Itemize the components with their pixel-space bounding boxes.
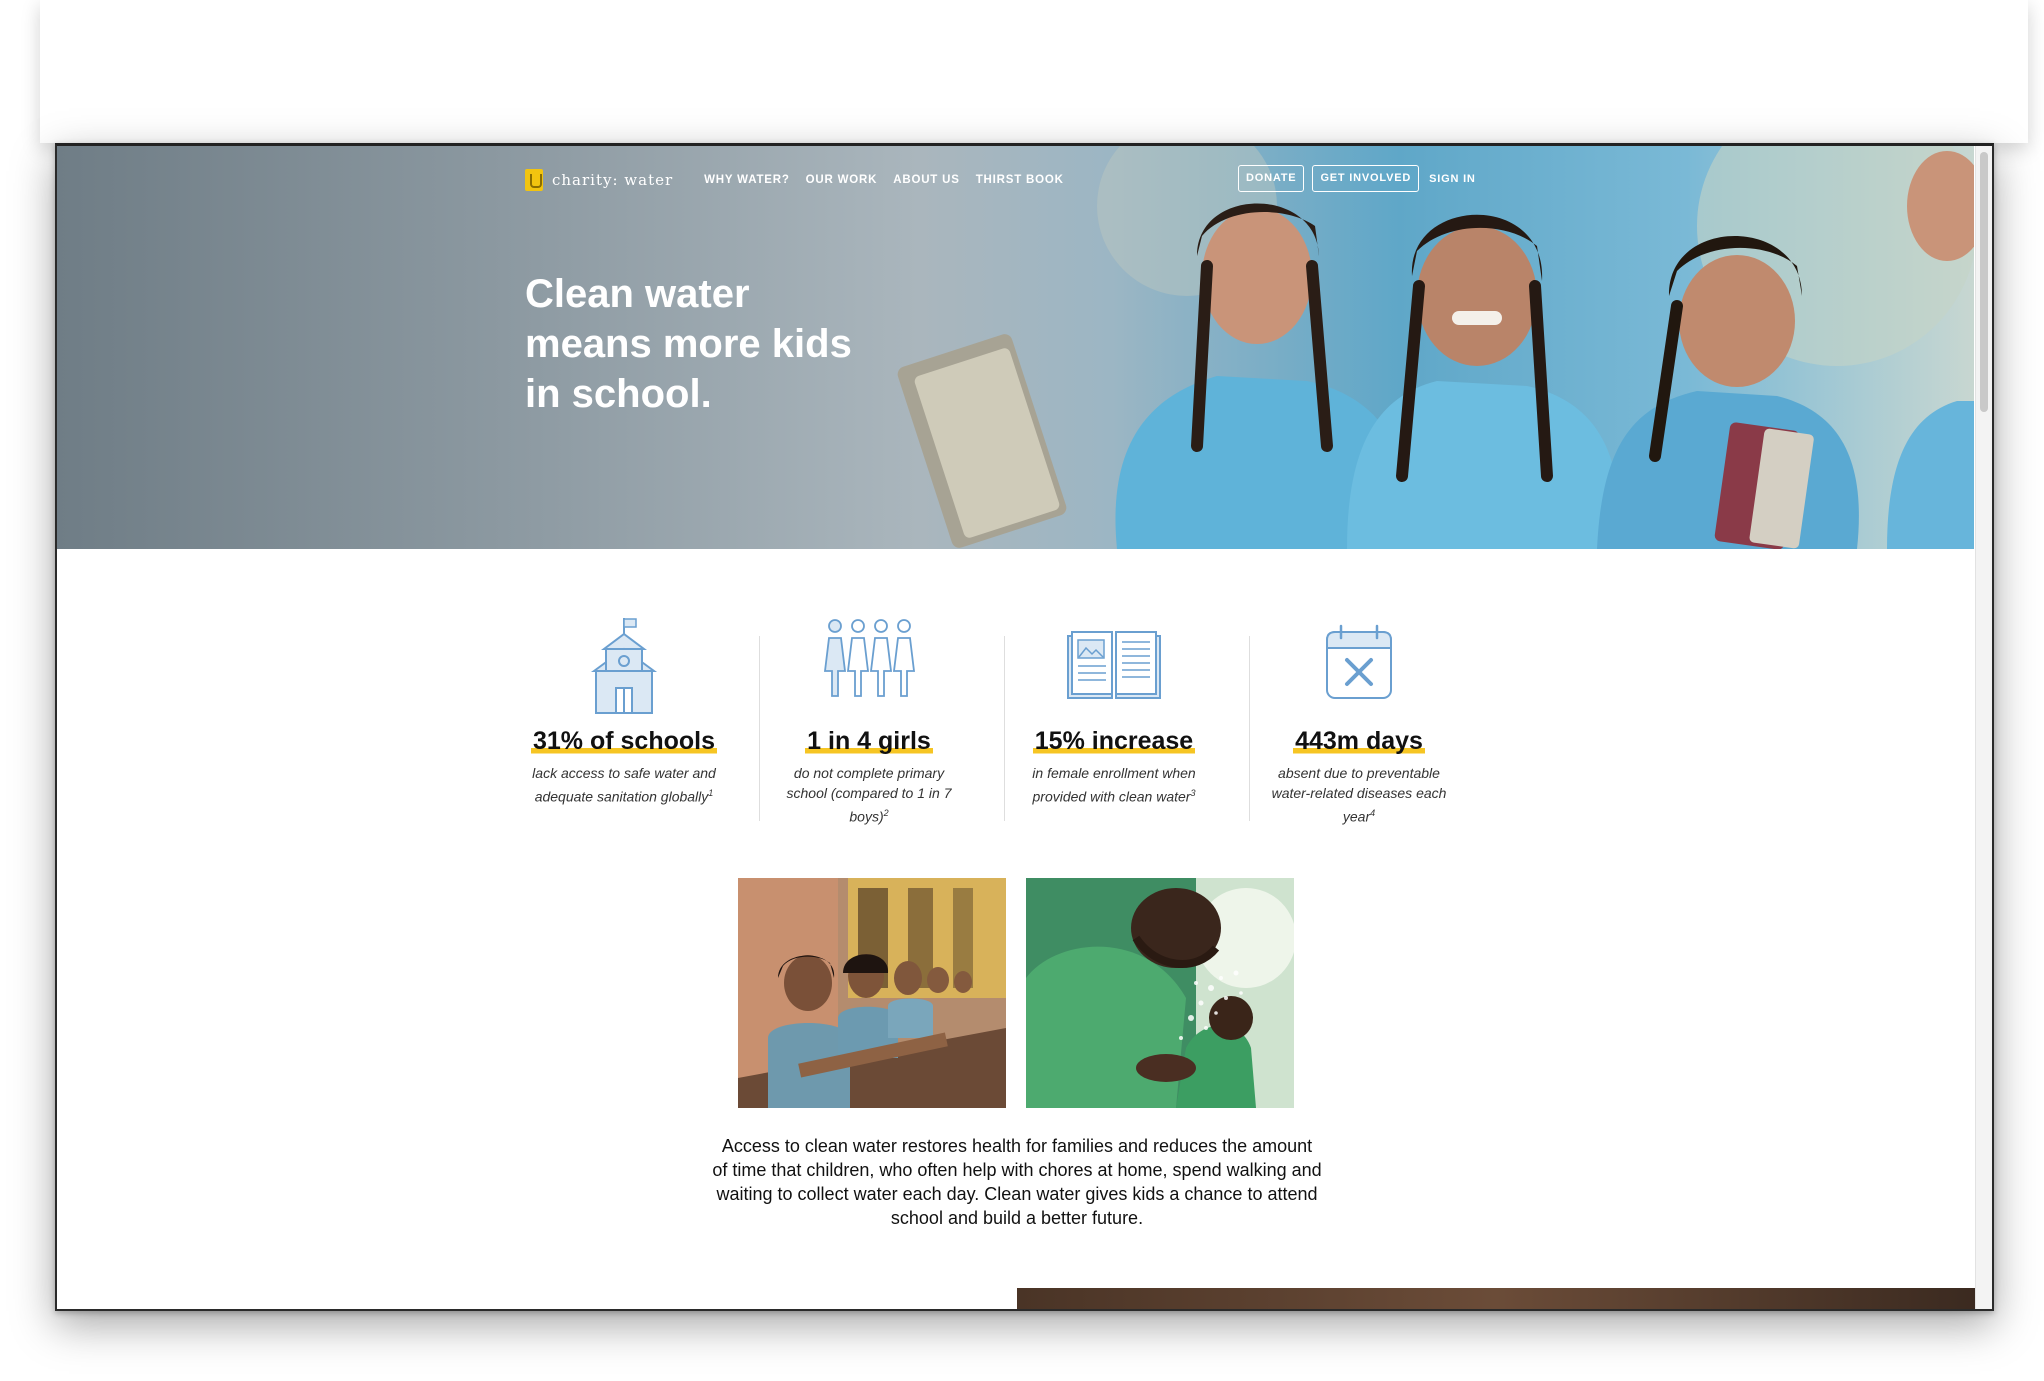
nav-actions: DONATE GET INVOLVED SIGN IN: [1238, 165, 1476, 192]
open-book-icon: [1067, 631, 1161, 699]
schoolhouse-icon: [590, 618, 658, 714]
footnote-ref[interactable]: 1: [708, 788, 713, 798]
footnote-ref[interactable]: 3: [1190, 788, 1195, 798]
stat-description: do not complete primary school (compared…: [786, 765, 952, 825]
stat-description: absent due to preventable water-related …: [1271, 765, 1447, 825]
browser-window: charity: water WHY WATER? OUR WORK ABOUT…: [55, 143, 1994, 1311]
stat-enrollment: 15% increase in female enrollment when p…: [1019, 616, 1209, 807]
footnote-ref[interactable]: 2: [884, 808, 889, 818]
stat-absent-days: 443m days absent due to preventable wate…: [1264, 616, 1454, 827]
nav-link-why-water[interactable]: WHY WATER?: [704, 174, 790, 186]
donate-button[interactable]: DONATE: [1238, 165, 1305, 192]
hero-title: Clean water means more kids in school.: [525, 272, 852, 416]
nav-link-our-work[interactable]: OUR WORK: [806, 174, 878, 186]
girls-icon: [823, 619, 916, 697]
sign-in-link[interactable]: SIGN IN: [1429, 173, 1476, 185]
nav-link-about-us[interactable]: ABOUT US: [893, 174, 959, 186]
jerrycan-logo-icon: [525, 169, 543, 191]
stat-divider: [1004, 636, 1005, 821]
stat-value: 15% increase: [1032, 727, 1196, 756]
stat-schools: 31% of schools lack access to safe water…: [529, 616, 719, 807]
calendar-x-icon: [1326, 624, 1392, 699]
nav-links: WHY WATER? OUR WORK ABOUT US THIRST BOOK: [704, 174, 1064, 186]
vertical-scrollbar[interactable]: [1975, 146, 1992, 1309]
nav-link-thirst-book[interactable]: THIRST BOOK: [976, 174, 1064, 186]
stat-divider: [759, 636, 760, 821]
classroom-photo: [738, 878, 1006, 1108]
stat-value: 443m days: [1293, 727, 1425, 756]
handwashing-photo: [1026, 878, 1294, 1108]
footnote-ref[interactable]: 4: [1370, 808, 1375, 818]
get-involved-button[interactable]: GET INVOLVED: [1312, 165, 1420, 192]
next-section-photo-edge: [1017, 1288, 1975, 1309]
stats-section: 31% of schools lack access to safe water…: [529, 616, 1547, 825]
stat-value: 1 in 4 girls: [805, 727, 933, 756]
scrollbar-thumb[interactable]: [1980, 152, 1988, 412]
stat-girls: 1 in 4 girls do not complete primary sch…: [774, 616, 964, 827]
browser-top-bar: [40, 0, 2028, 143]
stat-divider: [1249, 636, 1250, 821]
logo[interactable]: charity: water: [525, 169, 673, 191]
hero-section: charity: water WHY WATER? OUR WORK ABOUT…: [57, 146, 1974, 549]
hero-photo: [57, 146, 1974, 549]
stat-description: in female enrollment when provided with …: [1032, 765, 1196, 805]
stat-description: lack access to safe water and adequate s…: [532, 765, 716, 805]
body-paragraph: Access to clean water restores health fo…: [712, 1136, 1322, 1228]
main-nav: charity: water WHY WATER? OUR WORK ABOUT…: [525, 165, 1064, 195]
stat-value: 31% of schools: [531, 727, 717, 756]
logo-text: charity: water: [552, 171, 674, 189]
